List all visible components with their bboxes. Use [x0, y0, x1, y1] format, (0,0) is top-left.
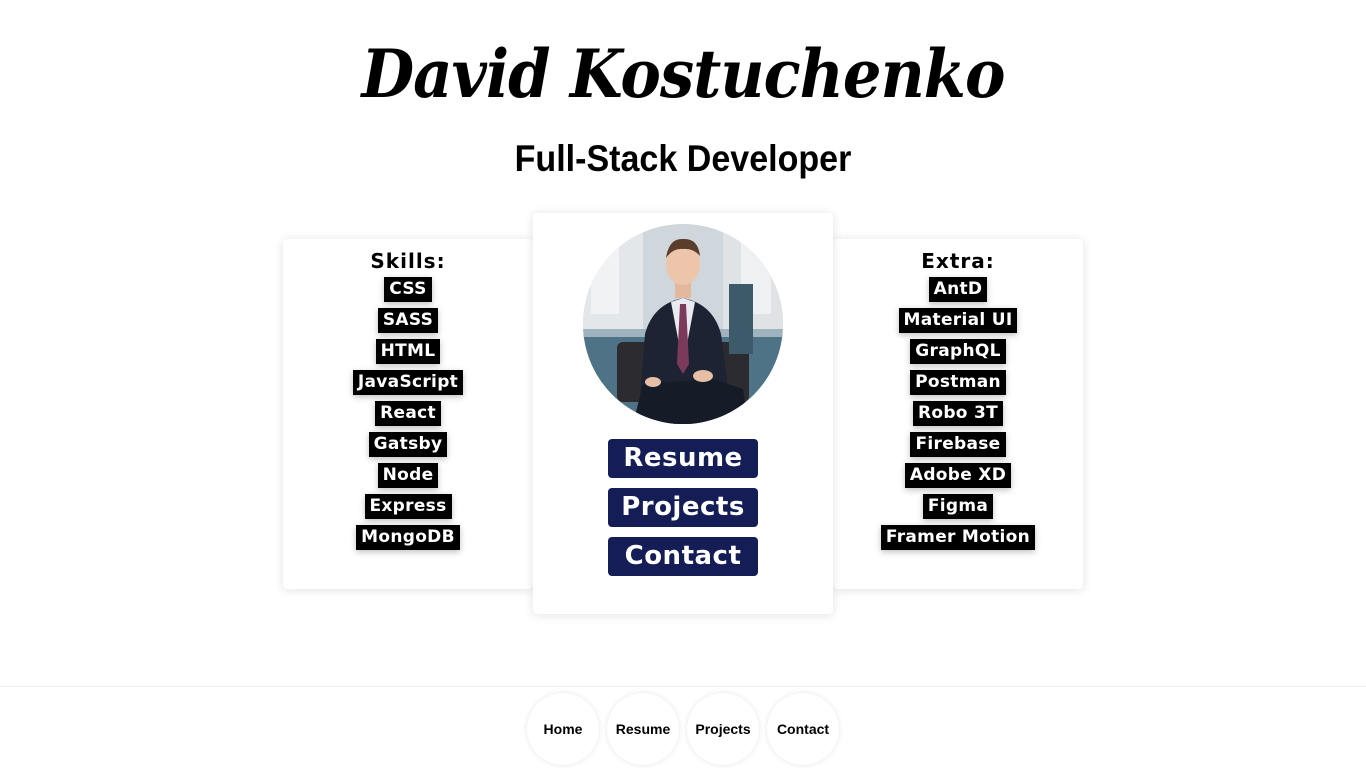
page-title: David Kostuchenko: [361, 35, 1005, 113]
extra-tag: Material UI: [898, 308, 1018, 333]
extra-tag: Framer Motion: [880, 525, 1036, 550]
avatar: [583, 224, 783, 424]
contact-button[interactable]: Contact: [608, 537, 758, 576]
footer-nav: Home Resume Projects Contact: [527, 693, 839, 765]
page-subtitle: Full-Stack Developer: [514, 138, 852, 179]
extra-tag: Firebase: [910, 432, 1006, 457]
skill-tag: Node: [377, 463, 439, 488]
extra-card: Extra: AntD Material UI GraphQL Postman …: [833, 239, 1083, 589]
footer-link-resume[interactable]: Resume: [607, 693, 679, 765]
skill-tag: Express: [364, 494, 452, 519]
profile-photo: [583, 224, 783, 424]
skills-card: Skills: CSS SASS HTML JavaScript React G…: [283, 239, 533, 589]
extra-tag: Robo 3T: [912, 401, 1004, 426]
extra-list: AntD Material UI GraphQL Postman Robo 3T…: [833, 277, 1083, 556]
footer-bar: Home Resume Projects Contact: [0, 686, 1366, 768]
skill-tag: HTML: [375, 339, 441, 364]
projects-button[interactable]: Projects: [608, 488, 758, 527]
profile-card: Resume Projects Contact: [533, 213, 833, 614]
skill-tag: CSS: [384, 277, 432, 302]
skills-list: CSS SASS HTML JavaScript React Gatsby No…: [283, 277, 533, 556]
skill-tag: React: [375, 401, 441, 426]
skill-tag: JavaScript: [352, 370, 464, 395]
profile-actions: Resume Projects Contact: [608, 439, 758, 586]
footer-link-projects[interactable]: Projects: [687, 693, 759, 765]
resume-button[interactable]: Resume: [608, 439, 758, 478]
extra-heading: Extra:: [921, 249, 995, 273]
extra-tag: AntD: [928, 277, 988, 302]
extra-tag: GraphQL: [910, 339, 1006, 364]
extra-tag: Figma: [922, 494, 994, 519]
skill-tag: Gatsby: [368, 432, 448, 457]
skills-heading: Skills:: [370, 249, 446, 273]
skill-tag: MongoDB: [356, 525, 460, 550]
footer-link-contact[interactable]: Contact: [767, 693, 839, 765]
extra-tag: Postman: [910, 370, 1006, 395]
footer-link-home[interactable]: Home: [527, 693, 599, 765]
extra-tag: Adobe XD: [904, 463, 1012, 488]
skill-tag: SASS: [377, 308, 439, 333]
